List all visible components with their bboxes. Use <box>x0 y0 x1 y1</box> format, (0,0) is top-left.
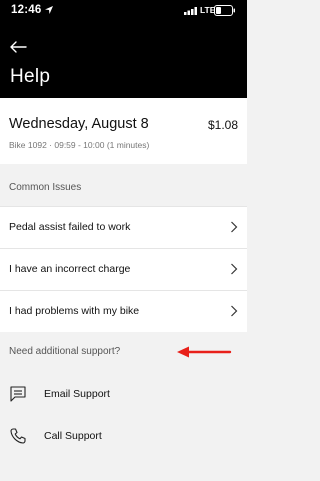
chevron-right-icon <box>231 221 238 233</box>
issue-label: I had problems with my bike <box>9 305 140 317</box>
header: 12:46 LTE Help <box>0 0 247 98</box>
issue-row-incorrect-charge[interactable]: I have an incorrect charge <box>0 248 247 290</box>
additional-support-label: Need additional support? <box>9 346 121 357</box>
common-issues-label: Common Issues <box>9 182 82 193</box>
call-support-label: Call Support <box>44 430 102 442</box>
page-title: Help <box>10 66 51 87</box>
trip-price: $1.08 <box>207 118 238 132</box>
chat-icon <box>10 386 26 402</box>
issue-label: Pedal assist failed to work <box>9 221 131 233</box>
email-support-label: Email Support <box>44 388 110 400</box>
issue-row-pedal-assist[interactable]: Pedal assist failed to work <box>0 206 247 248</box>
annotation-arrow-icon <box>177 346 232 358</box>
chevron-right-icon <box>231 305 238 317</box>
phone-icon <box>10 428 26 444</box>
chevron-right-icon <box>231 263 238 275</box>
trip-summary-card: Wednesday, August 8 $1.08 Bike 1092 · 09… <box>0 98 247 164</box>
issue-row-bike-problems[interactable]: I had problems with my bike <box>0 290 247 332</box>
help-screen: 12:46 LTE Help Wednesday, August 8 $1.08… <box>0 0 247 481</box>
back-arrow-icon[interactable] <box>9 40 27 54</box>
email-support-button[interactable]: Email Support <box>0 375 247 415</box>
issue-label: I have an incorrect charge <box>9 263 131 275</box>
battery-icon <box>214 5 235 16</box>
signal-icon <box>184 7 197 15</box>
trip-date: Wednesday, August 8 <box>9 116 149 132</box>
common-issues-header: Common Issues <box>0 164 247 209</box>
call-support-button[interactable]: Call Support <box>0 417 247 457</box>
status-bar: 12:46 LTE <box>0 0 247 22</box>
status-time: 12:46 <box>11 4 42 16</box>
trip-details: Bike 1092 · 09:59 - 10:00 (1 minutes) <box>9 140 150 150</box>
location-arrow-icon <box>45 6 53 14</box>
